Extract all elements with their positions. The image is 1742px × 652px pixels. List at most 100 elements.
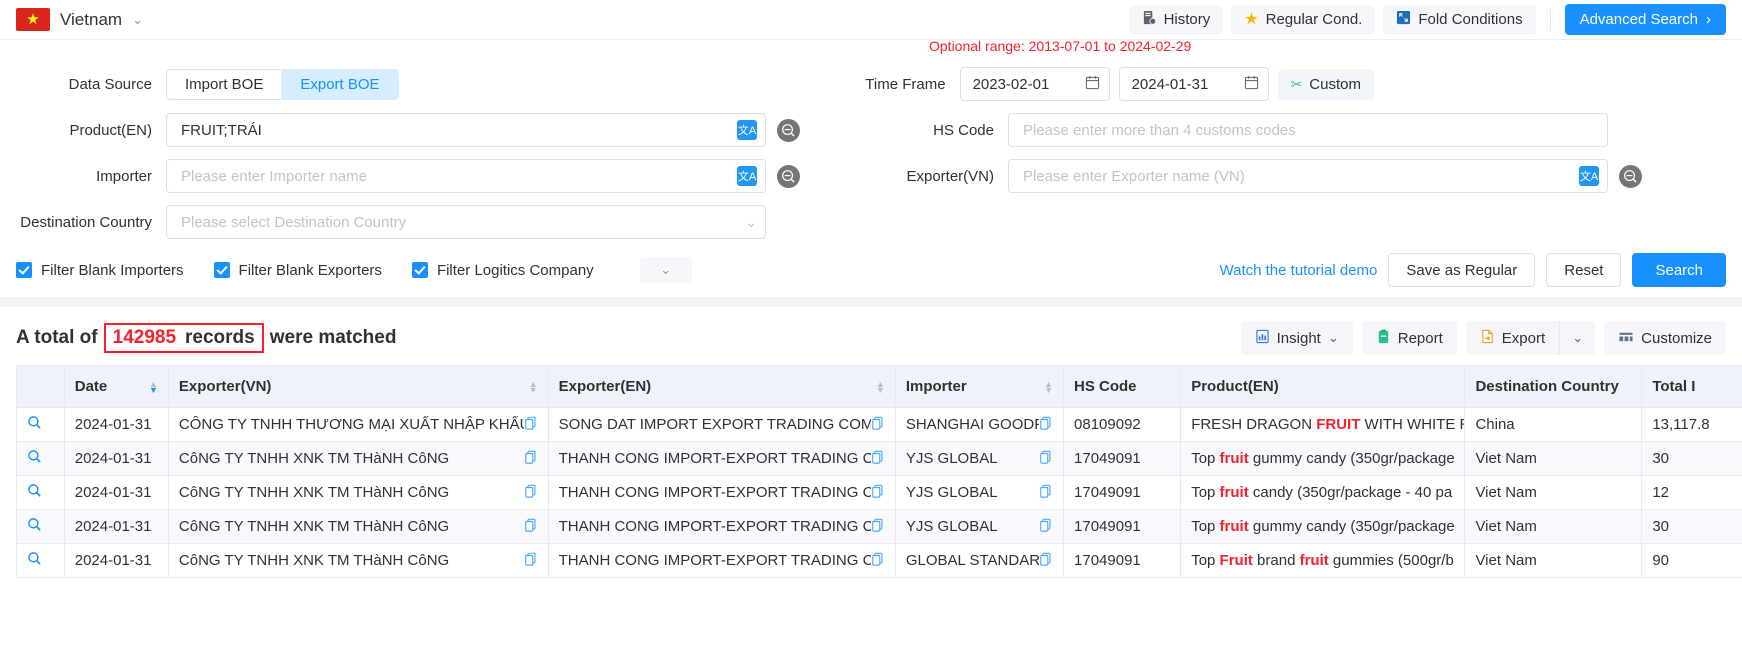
results-table-container[interactable]: Date ▲▼ Exporter(VN) ▲▼ Exporter(EN) ▲▼ … bbox=[0, 365, 1742, 578]
tutorial-demo-link[interactable]: Watch the tutorial demo bbox=[1220, 262, 1378, 279]
country-name: Vietnam bbox=[60, 10, 122, 30]
copy-icon[interactable] bbox=[524, 518, 538, 535]
export-button[interactable]: Export bbox=[1466, 321, 1559, 355]
exporter-vn-input[interactable] bbox=[1021, 167, 1579, 186]
exporter-vn-label: Exporter(VN) bbox=[878, 168, 1008, 185]
total-unit: records bbox=[185, 327, 255, 349]
copy-icon[interactable] bbox=[1039, 518, 1053, 535]
reset-button[interactable]: Reset bbox=[1546, 253, 1621, 287]
row-detail-cell[interactable] bbox=[17, 442, 65, 476]
translate-icon[interactable]: 文A bbox=[737, 120, 757, 140]
total-prefix: A total of bbox=[16, 327, 98, 349]
copy-icon[interactable] bbox=[871, 518, 885, 535]
magnifier-icon[interactable] bbox=[27, 553, 42, 570]
custom-range-button[interactable]: ✂ Custom bbox=[1278, 69, 1374, 100]
destination-field[interactable]: ⌄ bbox=[166, 205, 766, 239]
translate-icon[interactable]: 文A bbox=[737, 166, 757, 186]
chevron-down-icon: ⌄ bbox=[660, 262, 671, 278]
copy-icon[interactable] bbox=[524, 450, 538, 467]
table-row[interactable]: 2024-01-31CôNG TY TNHH XNK TM THàNH CôNG… bbox=[17, 510, 1742, 544]
date-to-field[interactable]: 2024-01-31 bbox=[1119, 67, 1269, 101]
sort-toggle-exporter-en[interactable]: ▲▼ bbox=[868, 381, 885, 393]
product-input[interactable] bbox=[179, 121, 737, 140]
row-detail-cell[interactable] bbox=[17, 476, 65, 510]
sort-toggle-date[interactable]: ▲▼ bbox=[141, 381, 158, 393]
export-dropdown-toggle[interactable]: ⌄ bbox=[1559, 321, 1595, 355]
cell-date: 2024-01-31 bbox=[64, 544, 168, 578]
cell-hs-code: 17049091 bbox=[1064, 510, 1181, 544]
copy-icon[interactable] bbox=[524, 484, 538, 501]
table-row[interactable]: 2024-01-31CÔNG TY TNHH THƯƠNG MẠI XUẤT N… bbox=[17, 408, 1742, 442]
th-date[interactable]: Date ▲▼ bbox=[64, 366, 168, 408]
th-exporter-vn[interactable]: Exporter(VN) ▲▼ bbox=[168, 366, 548, 408]
row-detail-cell[interactable] bbox=[17, 408, 65, 442]
importer-field[interactable]: 文A bbox=[166, 159, 766, 193]
copy-icon[interactable] bbox=[1039, 450, 1053, 467]
product-field[interactable]: 文A bbox=[166, 113, 766, 147]
importer-input[interactable] bbox=[179, 167, 737, 186]
hs-code-field[interactable] bbox=[1008, 113, 1608, 147]
customize-button[interactable]: Customize bbox=[1604, 321, 1726, 355]
magnifier-icon[interactable] bbox=[27, 417, 42, 434]
copy-icon[interactable] bbox=[871, 484, 885, 501]
data-source-option-export[interactable]: Export BOE bbox=[281, 69, 398, 100]
table-row[interactable]: 2024-01-31CôNG TY TNHH XNK TM THàNH CôNG… bbox=[17, 442, 1742, 476]
report-button[interactable]: Report bbox=[1362, 321, 1457, 355]
advanced-search-button[interactable]: Advanced Search › bbox=[1565, 4, 1726, 35]
copy-icon[interactable] bbox=[1039, 484, 1053, 501]
copy-icon[interactable] bbox=[524, 552, 538, 569]
chevron-down-icon[interactable]: ⌄ bbox=[1328, 330, 1339, 346]
data-source-option-import[interactable]: Import BOE bbox=[166, 69, 281, 100]
cell-date: 2024-01-31 bbox=[64, 476, 168, 510]
filter-blank-exporters-checkbox[interactable]: Filter Blank Exporters bbox=[214, 262, 382, 279]
fold-conditions-button[interactable]: Fold Conditions bbox=[1383, 5, 1535, 35]
copy-icon[interactable] bbox=[871, 552, 885, 569]
copy-icon[interactable] bbox=[871, 450, 885, 467]
date-from-field[interactable]: 2023-02-01 bbox=[960, 67, 1110, 101]
history-button[interactable]: History bbox=[1129, 5, 1224, 35]
copy-icon[interactable] bbox=[524, 416, 538, 433]
search-minus-icon[interactable] bbox=[777, 165, 800, 188]
exporter-vn-field[interactable]: 文A bbox=[1008, 159, 1608, 193]
row-detail-cell[interactable] bbox=[17, 544, 65, 578]
expand-more-filters-button[interactable]: ⌄ bbox=[640, 257, 692, 283]
search-button[interactable]: Search bbox=[1632, 253, 1726, 287]
sort-toggle-exporter-vn[interactable]: ▲▼ bbox=[521, 381, 538, 393]
th-exporter-en[interactable]: Exporter(EN) ▲▼ bbox=[548, 366, 895, 408]
insight-button[interactable]: Insight ⌄ bbox=[1241, 321, 1353, 355]
row-detail-cell[interactable] bbox=[17, 510, 65, 544]
th-importer[interactable]: Importer ▲▼ bbox=[895, 366, 1063, 408]
hs-code-input[interactable] bbox=[1021, 121, 1599, 140]
table-row[interactable]: 2024-01-31CôNG TY TNHH XNK TM THàNH CôNG… bbox=[17, 476, 1742, 510]
divider bbox=[1550, 9, 1551, 31]
search-panel: Optional range: 2013-07-01 to 2024-02-29… bbox=[0, 40, 1742, 239]
magnifier-icon[interactable] bbox=[27, 519, 42, 536]
chevron-down-icon[interactable]: ⌄ bbox=[737, 214, 757, 231]
copy-icon[interactable] bbox=[1039, 552, 1053, 569]
th-hs-code-label: HS Code bbox=[1074, 378, 1137, 395]
magnifier-icon[interactable] bbox=[27, 485, 42, 502]
filter-blank-importers-checkbox[interactable]: Filter Blank Importers bbox=[16, 262, 184, 279]
optional-range-note: Optional range: 2013-07-01 to 2024-02-29 bbox=[929, 38, 1191, 54]
search-minus-icon[interactable] bbox=[777, 119, 800, 142]
th-hs-code: HS Code bbox=[1064, 366, 1181, 408]
table-row[interactable]: 2024-01-31CôNG TY TNHH XNK TM THàNH CôNG… bbox=[17, 544, 1742, 578]
translate-icon[interactable]: 文A bbox=[1579, 166, 1599, 186]
country-selector[interactable]: ★ Vietnam ⌄ bbox=[16, 8, 143, 31]
filter-logitics-company-checkbox[interactable]: Filter Logitics Company bbox=[412, 262, 594, 279]
time-frame-label: Time Frame bbox=[830, 76, 960, 93]
th-product: Product(EN) bbox=[1181, 366, 1465, 408]
magnifier-icon[interactable] bbox=[27, 451, 42, 468]
report-icon bbox=[1376, 329, 1391, 348]
copy-icon[interactable] bbox=[1039, 416, 1053, 433]
search-minus-icon[interactable] bbox=[1619, 165, 1642, 188]
calendar-icon[interactable] bbox=[1085, 75, 1100, 93]
save-as-regular-button[interactable]: Save as Regular bbox=[1388, 253, 1535, 287]
calendar-icon[interactable] bbox=[1244, 75, 1259, 93]
data-source-segmented[interactable]: Import BOE Export BOE bbox=[166, 69, 399, 100]
destination-input[interactable] bbox=[179, 213, 737, 232]
copy-icon[interactable] bbox=[871, 416, 885, 433]
chevron-down-icon[interactable]: ⌄ bbox=[132, 12, 143, 28]
sort-toggle-importer[interactable]: ▲▼ bbox=[1036, 381, 1053, 393]
regular-cond-button[interactable]: ★ Regular Cond. bbox=[1231, 5, 1375, 35]
